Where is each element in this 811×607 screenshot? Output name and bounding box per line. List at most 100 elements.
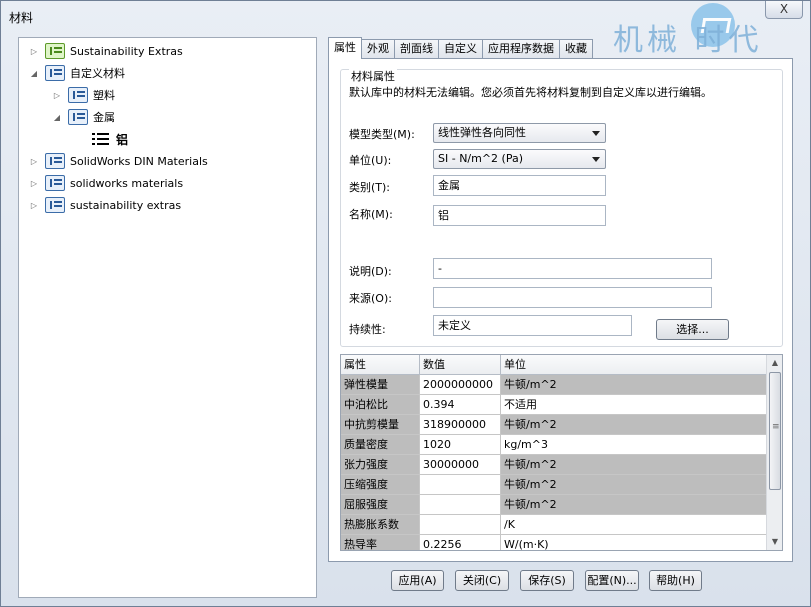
table-row[interactable]: 中抗剪模量 318900000 牛顿/m^2: [341, 415, 767, 435]
library-icon: [45, 197, 65, 213]
units-select[interactable]: SI - N/m^2 (Pa): [433, 149, 606, 169]
save-button[interactable]: 保存(S): [520, 570, 574, 591]
table-row[interactable]: 张力强度 30000000 牛顿/m^2: [341, 455, 767, 475]
property-value[interactable]: [420, 515, 501, 535]
tree-item-label: 金属: [93, 111, 115, 124]
tab-crosshatch[interactable]: 剖面线: [394, 39, 439, 59]
property-name: 热导率: [341, 535, 420, 550]
close-dialog-button[interactable]: 关闭(C): [455, 570, 509, 591]
expand-arrow-icon[interactable]: ▷: [29, 156, 39, 166]
property-unit: 牛顿/m^2: [501, 455, 767, 475]
property-value[interactable]: 0.2256: [420, 535, 501, 550]
tree-item-label: SolidWorks DIN Materials: [70, 154, 208, 168]
property-value[interactable]: 2000000000: [420, 375, 501, 395]
property-name: 弹性模量: [341, 375, 420, 395]
category-field[interactable]: 金属: [433, 175, 606, 196]
tree-item-solidworks-din-materials[interactable]: ▷ SolidWorks DIN Materials: [29, 151, 208, 171]
expand-arrow-icon[interactable]: ▷: [29, 200, 39, 210]
property-name: 中泊松比: [341, 395, 420, 415]
table-row[interactable]: 热导率 0.2256 W/(m·K): [341, 535, 767, 550]
property-table[interactable]: 属性 数值 单位 弹性模量 2000000000 牛顿/m^2 中泊松比 0.3…: [340, 354, 783, 551]
table-row[interactable]: 压缩强度 牛顿/m^2: [341, 475, 767, 495]
collapse-arrow-icon[interactable]: ◢: [29, 68, 39, 78]
table-row[interactable]: 中泊松比 0.394 不适用: [341, 395, 767, 415]
apply-button[interactable]: 应用(A): [391, 570, 444, 591]
expand-arrow-icon[interactable]: ▷: [52, 90, 62, 100]
expand-arrow-icon[interactable]: ▷: [29, 46, 39, 56]
column-header-property[interactable]: 属性: [341, 355, 420, 375]
tab-application-data[interactable]: 应用程序数据: [482, 39, 560, 59]
property-unit: 牛顿/m^2: [501, 415, 767, 435]
property-name: 质量密度: [341, 435, 420, 455]
tab-properties[interactable]: 属性: [328, 37, 362, 59]
property-unit: 不适用: [501, 395, 767, 415]
property-value[interactable]: 318900000: [420, 415, 501, 435]
model-type-value: 线性弹性各向同性: [438, 126, 526, 139]
property-unit: 牛顿/m^2: [501, 495, 767, 515]
column-header-value[interactable]: 数值: [420, 355, 501, 375]
property-name: 中抗剪模量: [341, 415, 420, 435]
tree-item-solidworks-materials[interactable]: ▷ solidworks materials: [29, 173, 183, 193]
name-field[interactable]: 铝: [433, 205, 606, 226]
tree-item-label: solidworks materials: [70, 176, 184, 190]
tab-favorites[interactable]: 收藏: [559, 39, 593, 59]
category-icon: [68, 109, 88, 125]
help-button[interactable]: 帮助(H): [649, 570, 702, 591]
window-title: 材料: [9, 11, 34, 25]
read-only-note: 默认库中的材料无法编辑。您必须首先将材料复制到自定义库以进行编辑。: [349, 86, 712, 99]
property-unit: kg/m^3: [501, 435, 767, 455]
tree-item-sustainability-extras[interactable]: ▷ Sustainability Extras: [29, 41, 183, 61]
table-row[interactable]: 屈服强度 牛顿/m^2: [341, 495, 767, 515]
tree-item-metals[interactable]: ◢ 金属: [52, 107, 115, 127]
table-header: 属性 数值 单位: [341, 355, 767, 375]
property-unit: /K: [501, 515, 767, 535]
chevron-down-icon: [592, 157, 600, 162]
column-header-unit[interactable]: 单位: [501, 355, 767, 375]
tree-item-plastics[interactable]: ▷ 塑料: [52, 85, 115, 105]
library-icon: [45, 43, 65, 59]
select-button[interactable]: 选择...: [656, 319, 729, 340]
tab-custom[interactable]: 自定义: [438, 39, 483, 59]
scroll-thumb[interactable]: ≡: [769, 372, 781, 490]
close-button[interactable]: X: [765, 1, 803, 19]
configure-button[interactable]: 配置(N)...: [585, 570, 639, 591]
group-title: 材料属性: [349, 68, 397, 84]
tree-item-label: 铝: [116, 132, 129, 147]
units-value: SI - N/m^2 (Pa): [438, 152, 524, 165]
tree-item-label: sustainability extras: [70, 198, 182, 212]
table-row[interactable]: 弹性模量 2000000000 牛顿/m^2: [341, 375, 767, 395]
tree-item-label: 自定义材料: [70, 67, 125, 80]
tree-item-sustainability-extras-lower[interactable]: ▷ sustainability extras: [29, 195, 181, 215]
tree-item-label: Sustainability Extras: [70, 44, 183, 58]
property-value[interactable]: 30000000: [420, 455, 501, 475]
property-value[interactable]: 0.394: [420, 395, 501, 415]
property-unit: 牛顿/m^2: [501, 375, 767, 395]
category-label: 类别(T):: [349, 181, 391, 194]
title-bar: 材料 X: [1, 1, 810, 31]
collapse-arrow-icon[interactable]: ◢: [52, 112, 62, 122]
property-value[interactable]: [420, 495, 501, 515]
tree-item-custom-materials[interactable]: ◢ 自定义材料: [29, 63, 125, 83]
grip-icon: ≡: [772, 422, 780, 432]
material-tree[interactable]: ▷ Sustainability Extras ◢ 自定义材料 ▷ 塑料 ◢ 金…: [18, 37, 317, 598]
materials-dialog: 材料 X 机械 时代 www.jxage.com ▷ Sustainabilit…: [0, 0, 811, 607]
model-type-select[interactable]: 线性弹性各向同性: [433, 123, 606, 143]
chevron-down-icon: [592, 131, 600, 136]
property-unit: 牛顿/m^2: [501, 475, 767, 495]
name-label: 名称(M):: [349, 208, 393, 221]
description-field[interactable]: -: [433, 258, 712, 279]
table-scrollbar[interactable]: ▲ ≡ ▼: [766, 355, 782, 550]
tree-item-aluminum[interactable]: 铝: [91, 129, 128, 149]
tree-item-label: 塑料: [93, 89, 115, 102]
source-field[interactable]: [433, 287, 712, 308]
scroll-down-icon[interactable]: ▼: [767, 534, 782, 550]
sustainability-field: 未定义: [433, 315, 632, 336]
tab-appearance[interactable]: 外观: [361, 39, 395, 59]
property-value[interactable]: 1020: [420, 435, 501, 455]
expand-arrow-icon[interactable]: ▷: [29, 178, 39, 188]
table-row[interactable]: 质量密度 1020 kg/m^3: [341, 435, 767, 455]
table-row[interactable]: 热膨胀系数 /K: [341, 515, 767, 535]
category-icon: [68, 87, 88, 103]
property-value[interactable]: [420, 475, 501, 495]
scroll-up-icon[interactable]: ▲: [767, 355, 782, 371]
